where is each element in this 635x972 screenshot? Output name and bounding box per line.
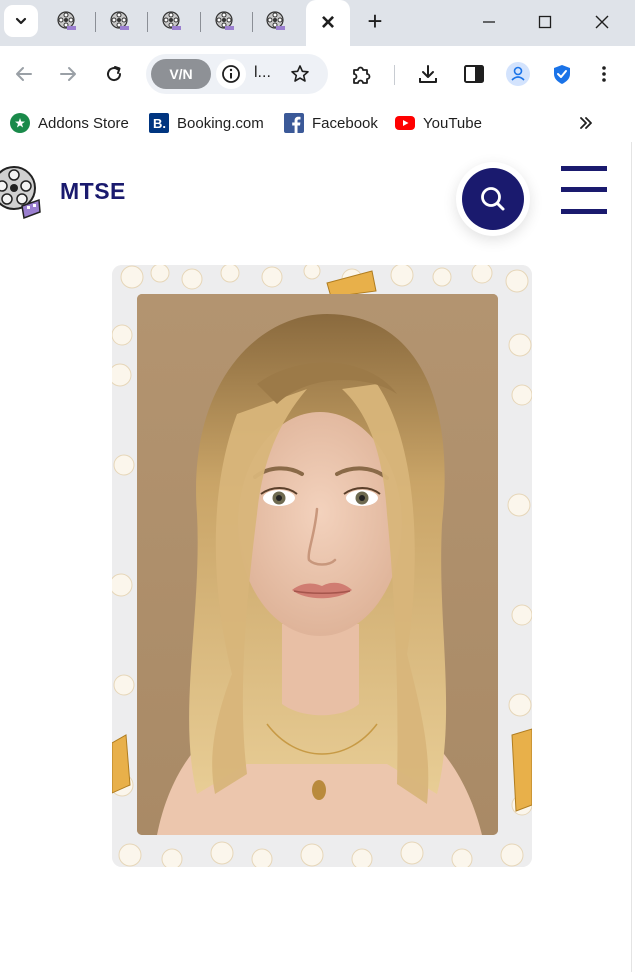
address-bar[interactable]: V/N l...	[146, 54, 328, 94]
kebab-menu-icon	[602, 66, 606, 82]
arrow-left-icon	[16, 67, 32, 81]
tab-strip: × +	[0, 0, 635, 46]
film-reel-icon	[110, 11, 129, 30]
tab-separator	[147, 12, 148, 32]
minimize-button[interactable]	[474, 8, 504, 36]
info-icon	[222, 65, 240, 83]
reload-icon	[107, 66, 122, 82]
hero-portrait-image	[137, 294, 498, 835]
tab-separator	[200, 12, 201, 32]
page-scrollbar[interactable]	[631, 142, 635, 972]
downloads-button[interactable]	[414, 60, 442, 88]
bookmark-facebook[interactable]: Facebook	[284, 112, 378, 134]
toolbar-divider	[394, 65, 395, 85]
film-reel-logo-icon	[0, 166, 41, 220]
tab-3[interactable]	[158, 8, 184, 34]
reload-button[interactable]	[100, 60, 128, 88]
forward-button[interactable]	[54, 60, 82, 88]
shield-check-icon	[554, 65, 570, 84]
page-viewport: MTSE	[0, 142, 635, 972]
search-icon	[481, 187, 505, 211]
film-reel-icon	[215, 11, 234, 30]
vpn-label: V/N	[169, 66, 193, 82]
maximize-button[interactable]	[530, 8, 560, 36]
tab-2[interactable]	[106, 8, 132, 34]
hero-card	[112, 265, 532, 867]
facebook-icon	[284, 113, 304, 133]
bookmark-label: YouTube	[423, 114, 482, 132]
tab-search-button[interactable]	[4, 5, 38, 37]
bookmark-label: Addons Store	[38, 114, 129, 132]
bookmark-addons-store[interactable]: Addons Store	[10, 112, 129, 134]
site-search-button[interactable]	[456, 162, 530, 236]
menu-bar	[561, 187, 607, 192]
puzzle-icon	[353, 66, 371, 84]
side-panel-button[interactable]	[460, 60, 488, 88]
portrait-illustration	[137, 294, 498, 835]
tab-separator	[95, 12, 96, 32]
tab-5[interactable]	[262, 8, 288, 34]
youtube-icon	[395, 113, 415, 133]
site-name[interactable]: MTSE	[60, 178, 126, 205]
tab-separator	[252, 12, 253, 32]
bookmark-youtube[interactable]: YouTube	[395, 112, 482, 134]
tab-4[interactable]	[211, 8, 237, 34]
bookmark-star-button[interactable]	[286, 60, 314, 88]
url-text: l...	[254, 64, 271, 81]
bookmarks-overflow-button[interactable]	[574, 112, 598, 134]
tab-1[interactable]	[53, 8, 79, 34]
chevron-down-icon	[15, 17, 27, 25]
browser-menu-button[interactable]	[590, 60, 618, 88]
site-logo[interactable]	[0, 156, 42, 222]
shield-extension-button[interactable]	[548, 60, 576, 88]
vpn-button[interactable]: V/N	[151, 59, 211, 89]
profile-button[interactable]	[504, 60, 532, 88]
site-info-button[interactable]	[216, 59, 246, 89]
bookmarks-bar: Addons Store B. Booking.com Facebook You…	[0, 102, 635, 142]
close-window-button[interactable]	[587, 8, 617, 36]
browser-toolbar: V/N l...	[0, 46, 635, 102]
film-reel-icon	[266, 11, 285, 30]
film-reel-icon	[162, 11, 181, 30]
star-icon	[291, 65, 309, 82]
bookmark-booking[interactable]: B. Booking.com	[149, 112, 264, 134]
booking-icon: B.	[149, 113, 169, 133]
film-reel-icon	[57, 11, 76, 30]
bookmark-label: Facebook	[312, 114, 378, 132]
close-tab-icon[interactable]: ×	[321, 11, 335, 35]
minimize-icon	[483, 21, 495, 23]
plus-icon: +	[367, 6, 383, 36]
menu-bar	[561, 166, 607, 171]
search-button-circle	[462, 168, 524, 230]
hamburger-menu-button[interactable]	[561, 166, 607, 216]
close-icon	[595, 15, 609, 29]
svg-text:B.: B.	[153, 116, 166, 131]
arrow-right-icon	[60, 67, 76, 81]
addons-store-icon	[10, 113, 30, 133]
download-icon	[419, 65, 437, 83]
bookmark-label: Booking.com	[177, 114, 264, 132]
menu-bar	[561, 209, 607, 214]
maximize-icon	[538, 15, 552, 29]
double-chevron-right-icon	[580, 117, 592, 129]
tab-active[interactable]: ×	[306, 0, 350, 46]
side-panel-icon	[464, 65, 484, 83]
extensions-button[interactable]	[347, 60, 375, 88]
back-button[interactable]	[10, 60, 38, 88]
new-tab-button[interactable]: +	[362, 8, 388, 34]
profile-avatar-icon	[506, 62, 530, 86]
